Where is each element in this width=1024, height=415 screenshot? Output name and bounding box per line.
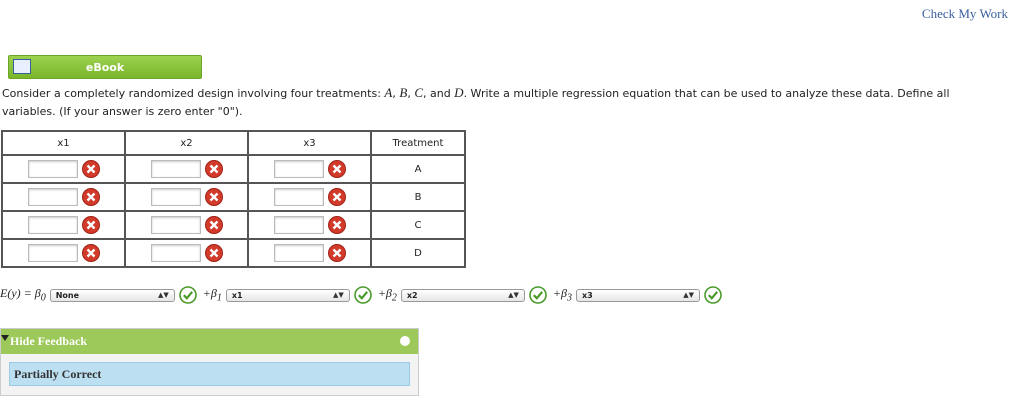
updown-arrows-icon: ▲▼ <box>683 291 694 299</box>
x3-input-a[interactable] <box>274 160 324 178</box>
beta0-select[interactable]: None ▲▼ <box>49 288 175 302</box>
feedback-panel: Hide Feedback Partially Correct <box>0 328 419 396</box>
incorrect-icon <box>205 244 223 262</box>
hide-feedback-toggle[interactable]: Hide Feedback <box>1 329 418 354</box>
x2-input-a[interactable] <box>151 160 201 178</box>
incorrect-icon <box>82 244 100 262</box>
treatment-label: B <box>370 182 466 212</box>
correct-check-icon <box>354 286 372 304</box>
incorrect-icon <box>82 216 100 234</box>
hide-feedback-label: Hide Feedback <box>10 334 87 348</box>
feedback-status: Partially Correct <box>9 362 410 386</box>
treatment-label: C <box>370 210 466 240</box>
x2-input-d[interactable] <box>151 244 201 262</box>
x3-input-d[interactable] <box>274 244 324 262</box>
column-header-x3: x3 <box>247 130 372 156</box>
incorrect-icon <box>205 188 223 206</box>
question-text: Consider a completely randomized design … <box>2 85 950 118</box>
column-header-x1: x1 <box>1 130 126 156</box>
treatment-label: A <box>370 154 466 184</box>
x1-input-b[interactable] <box>28 188 78 206</box>
equation-prefix: E(y) = β0 <box>0 286 46 304</box>
check-my-work-link[interactable]: Check My Work <box>922 6 1008 22</box>
column-header-x2: x2 <box>124 130 249 156</box>
incorrect-icon <box>328 216 346 234</box>
regression-equation: E(y) = β0 None ▲▼ +β1 x1 ▲▼ +β2 x2 ▲▼ +β3 x… <box>0 284 728 306</box>
beta1-term: +β1 <box>202 286 222 304</box>
beta1-select[interactable]: x1 ▲▼ <box>225 288 350 302</box>
incorrect-icon <box>205 160 223 178</box>
x1-input-a[interactable] <box>28 160 78 178</box>
updown-arrows-icon: ▲▼ <box>508 291 519 299</box>
collapse-triangle-icon <box>1 335 9 341</box>
updown-arrows-icon: ▲▼ <box>333 291 344 299</box>
ebook-label: eBook <box>85 60 125 74</box>
table-row: B <box>1 182 466 212</box>
x1-input-c[interactable] <box>28 216 78 234</box>
beta2-term: +β2 <box>377 286 397 304</box>
column-header-treatment: Treatment <box>370 130 466 156</box>
table-row: C <box>1 210 466 240</box>
incorrect-icon <box>328 244 346 262</box>
correct-check-icon <box>704 286 722 304</box>
x3-input-c[interactable] <box>274 216 324 234</box>
x1-input-d[interactable] <box>28 244 78 262</box>
incorrect-icon <box>328 188 346 206</box>
beta3-term: +β3 <box>552 286 572 304</box>
incorrect-icon <box>205 216 223 234</box>
pencil-icon[interactable] <box>400 336 410 346</box>
x2-input-c[interactable] <box>151 216 201 234</box>
beta2-select[interactable]: x2 ▲▼ <box>400 288 525 302</box>
incorrect-icon <box>82 188 100 206</box>
updown-arrows-icon: ▲▼ <box>157 291 169 299</box>
dummy-variable-table: x1 x2 x3 Treatment A B C D <box>1 130 466 268</box>
incorrect-icon <box>328 160 346 178</box>
x2-input-b[interactable] <box>151 188 201 206</box>
table-row: A <box>1 154 466 184</box>
incorrect-icon <box>82 160 100 178</box>
treatment-label: D <box>370 238 466 268</box>
correct-check-icon <box>178 286 197 304</box>
correct-check-icon <box>529 286 547 304</box>
beta3-select[interactable]: x3 ▲▼ <box>575 288 700 302</box>
x3-input-b[interactable] <box>274 188 324 206</box>
book-icon <box>13 59 31 74</box>
table-row: D <box>1 238 466 268</box>
ebook-button[interactable]: eBook <box>8 55 202 79</box>
